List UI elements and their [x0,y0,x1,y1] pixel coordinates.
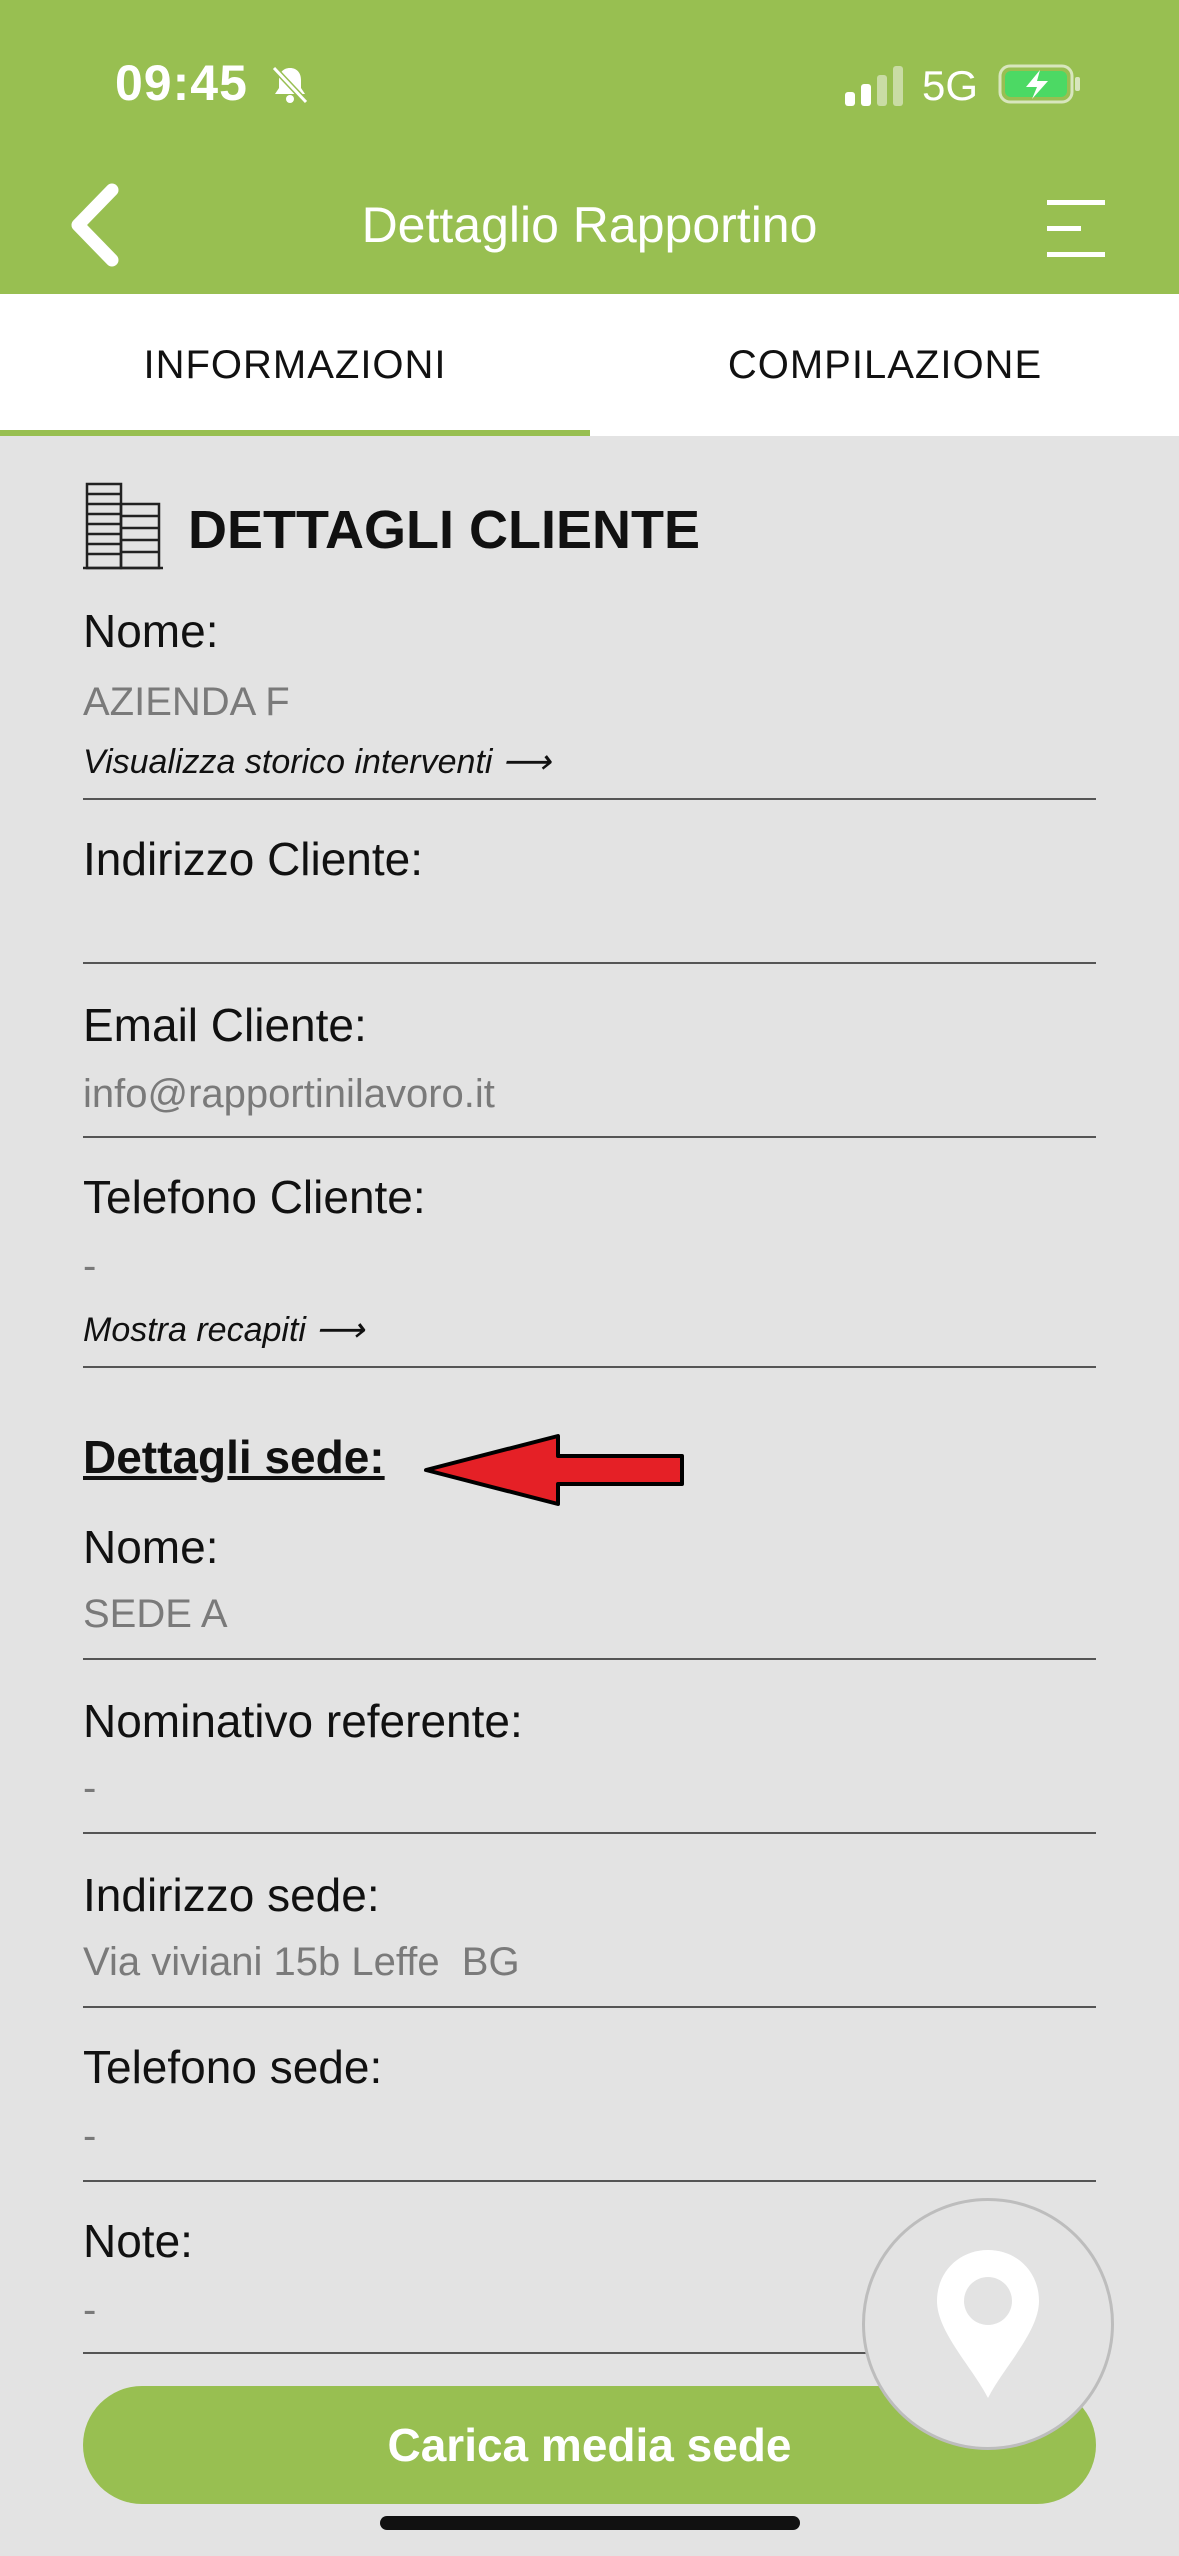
cliente-nome-label: Nome: [83,605,219,657]
sede-referente-label: Nominativo referente: [83,1695,523,1747]
section-title-sede: Dettagli sede: [83,1431,385,1483]
signal-icon [845,66,903,106]
red-arrow-annotation [424,1434,684,1506]
sede-note-value: - [83,2288,97,2332]
sede-telefono-value: - [83,2114,97,2158]
sede-telefono-label: Telefono sede: [83,2041,383,2093]
cliente-nome-value: AZIENDA F [83,680,290,724]
map-pin-icon [937,2250,1039,2398]
section-title-text: DETTAGLI CLIENTE [188,500,700,560]
network-type: 5G [922,62,979,109]
status-time: 09:45 [115,55,248,111]
divider [83,798,1096,800]
cliente-email-label: Email Cliente: [83,999,367,1051]
cliente-email-value[interactable]: info@rapportinilavoro.it [83,1072,495,1117]
cliente-indirizzo-label: Indirizzo Cliente: [83,833,424,885]
tab-compilazione[interactable]: COMPILAZIONE [590,294,1179,436]
active-tab-indicator [0,430,590,436]
cliente-telefono-label: Telefono Cliente: [83,1171,426,1223]
tab-bar: INFORMAZIONI COMPILAZIONE [0,294,1179,436]
divider [83,1366,1096,1368]
divider [83,1832,1096,1834]
bell-muted-icon [271,65,309,105]
battery-charging-icon [998,64,1080,104]
divider [83,2180,1096,2182]
divider [83,1136,1096,1138]
section-title-cliente: DETTAGLI CLIENTE [83,482,700,578]
divider [83,1658,1096,1660]
mostra-recapiti-link[interactable]: Mostra recapiti ⟶ [83,1310,364,1350]
home-indicator [380,2516,800,2530]
cliente-telefono-value: - [83,1244,97,1288]
app-header: 09:45 5G Dettaglio Rapportino [0,0,1179,294]
sede-note-label: Note: [83,2215,193,2267]
location-button[interactable] [862,2198,1114,2450]
sede-indirizzo-label: Indirizzo sede: [83,1869,380,1921]
divider [83,2006,1096,2008]
page-title: Dettaglio Rapportino [361,197,818,253]
sede-nome-value: SEDE A [83,1592,228,1636]
sede-referente-value: - [83,1766,97,1810]
tab-informazioni[interactable]: INFORMAZIONI [0,294,590,436]
sede-indirizzo-value[interactable]: Via viviani 15b Leffe BG [83,1940,520,1985]
sede-nome-label: Nome: [83,1521,219,1573]
storico-interventi-link[interactable]: Visualizza storico interventi ⟶ [83,742,551,782]
menu-icon[interactable] [1043,196,1109,260]
divider [83,962,1096,964]
